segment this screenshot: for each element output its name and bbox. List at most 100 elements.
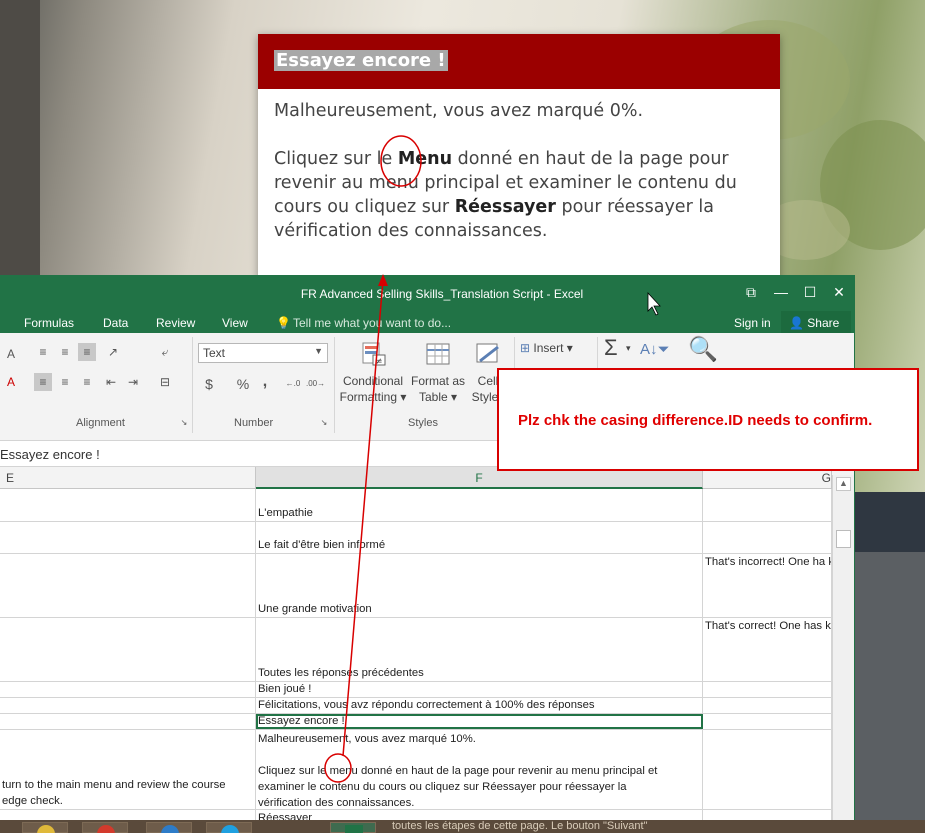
- dialog-retry-word: Réessayer: [454, 197, 556, 217]
- folder-icon: [37, 825, 55, 833]
- decrease-decimal-icon[interactable]: .00→: [306, 375, 325, 393]
- column-header-e[interactable]: E: [0, 467, 256, 489]
- merge-center-icon[interactable]: ⊟: [156, 373, 174, 391]
- taskbar-button[interactable]: [82, 822, 128, 833]
- cell-e[interactable]: [0, 522, 256, 553]
- cell-e[interactable]: turn to the main menu and review the cou…: [0, 730, 256, 809]
- conditional-formatting-label-2: Formatting: [339, 390, 397, 404]
- taskbar-button[interactable]: [206, 822, 252, 833]
- insert-button[interactable]: ⊞ Insert ▾: [520, 341, 573, 355]
- font-size-icon[interactable]: A: [2, 345, 20, 363]
- cell-f[interactable]: Une grande motivation: [256, 554, 703, 617]
- cell-g[interactable]: That's incorrect! One ha knowledgeable a…: [703, 554, 832, 617]
- conditional-formatting-button[interactable]: ≠ Conditional Formatting ▾: [338, 341, 408, 405]
- styles-group-label: Styles: [408, 417, 438, 429]
- cell-f[interactable]: Malheureusement, vous avez marqué 10%. C…: [256, 730, 703, 809]
- cell-e[interactable]: [0, 489, 256, 521]
- cell-g[interactable]: [703, 489, 832, 521]
- cell-f-selected[interactable]: Essayez encore !: [256, 714, 703, 729]
- dialog-text-pre: Cliquez sur le: [274, 149, 398, 169]
- number-format-select[interactable]: Text ▼: [198, 343, 328, 363]
- cell-g[interactable]: [703, 682, 832, 697]
- wrap-text-icon[interactable]: ⤶: [156, 343, 174, 361]
- browser-icon: [161, 825, 179, 833]
- cell-e[interactable]: [0, 554, 256, 617]
- dialog-header: Essayez encore !: [258, 34, 780, 89]
- increase-decimal-icon[interactable]: ←.0: [284, 375, 302, 393]
- excel-icon: [345, 825, 363, 833]
- chevron-down-icon[interactable]: ▾: [626, 343, 631, 354]
- number-format-value: Text: [203, 346, 226, 360]
- align-left-icon[interactable]: ≡: [34, 373, 52, 391]
- skype-icon: [221, 825, 239, 833]
- align-right-icon[interactable]: ≡: [78, 373, 96, 391]
- cell-g[interactable]: [703, 714, 832, 729]
- align-bottom-icon[interactable]: ≡: [78, 343, 96, 361]
- cell-f[interactable]: Toutes les réponses précédentes: [256, 618, 703, 681]
- comma-style-button[interactable]: ,: [256, 373, 274, 391]
- tab-view[interactable]: View: [222, 316, 248, 330]
- table-row: Toutes les réponses précédentes That's c…: [0, 618, 832, 682]
- cell-g[interactable]: [703, 522, 832, 553]
- tell-me-search[interactable]: Tell me what you want to do...: [293, 316, 451, 330]
- cell-g[interactable]: That's correct! One has knowledgeable an…: [703, 618, 832, 681]
- tab-data[interactable]: Data: [103, 316, 128, 330]
- cell-e[interactable]: [0, 698, 256, 713]
- cell-e[interactable]: [0, 714, 256, 729]
- font-color-icon[interactable]: A: [2, 373, 20, 391]
- increase-indent-icon[interactable]: ⇥: [124, 373, 142, 391]
- close-button[interactable]: ✕: [824, 281, 854, 303]
- dialog-launcher-icon[interactable]: ↘: [178, 417, 190, 429]
- dialog-body: Malheureusement, vous avez marqué 0%. Cl…: [258, 89, 780, 253]
- scroll-up-icon[interactable]: ▲: [836, 477, 851, 491]
- format-as-table-label-1: Format as: [410, 374, 465, 388]
- taskbar-button[interactable]: [146, 822, 192, 833]
- ribbon-separator: [192, 337, 193, 433]
- dialog-launcher-icon[interactable]: ↘: [318, 417, 330, 429]
- taskbar-button-excel[interactable]: [330, 822, 376, 833]
- cell-f[interactable]: Le fait d'être bien informé: [256, 522, 703, 553]
- sign-in-link[interactable]: Sign in: [734, 316, 771, 330]
- cell-g[interactable]: [703, 698, 832, 713]
- find-select-icon[interactable]: 🔍: [688, 335, 718, 364]
- taskbar: toutes les étapes de cette page. Le bout…: [0, 820, 925, 833]
- align-center-icon[interactable]: ≡: [56, 373, 74, 391]
- table-row-active: Essayez encore !: [0, 714, 832, 730]
- cell-f[interactable]: L'empathie: [256, 489, 703, 521]
- tab-review[interactable]: Review: [156, 316, 195, 330]
- cell-g[interactable]: [703, 730, 832, 809]
- scroll-thumb[interactable]: [836, 530, 851, 548]
- vertical-scrollbar[interactable]: ▲: [832, 475, 854, 833]
- autosum-icon[interactable]: Σ: [604, 335, 618, 361]
- decrease-indent-icon[interactable]: ⇤: [102, 373, 120, 391]
- lightbulb-icon: 💡: [276, 316, 291, 330]
- cell-e[interactable]: [0, 682, 256, 697]
- align-top-icon[interactable]: ≡: [34, 343, 52, 361]
- share-button[interactable]: 👤 Share: [781, 311, 851, 333]
- align-middle-icon[interactable]: ≡: [56, 343, 74, 361]
- format-as-table-label-2: Table: [418, 390, 448, 404]
- app-icon: [97, 825, 115, 833]
- ribbon-separator: [334, 337, 335, 433]
- minimize-button[interactable]: —: [766, 281, 796, 303]
- cell-f[interactable]: Félicitations, vous avz répondu correcte…: [256, 698, 703, 713]
- sort-filter-icon[interactable]: A↓⏷: [640, 341, 670, 358]
- ribbon-display-options-icon[interactable]: ⧉: [736, 281, 766, 303]
- window-title: FR Advanced Selling Skills_Translation S…: [300, 287, 584, 301]
- taskbar-button[interactable]: [22, 822, 68, 833]
- cell-e[interactable]: [0, 618, 256, 681]
- maximize-button[interactable]: ☐: [795, 281, 825, 303]
- format-as-table-button[interactable]: Format as Table ▾: [408, 341, 468, 405]
- currency-button[interactable]: $: [200, 375, 218, 393]
- dialog-menu-word: Menu: [397, 149, 453, 169]
- cell-f[interactable]: Bien joué !: [256, 682, 703, 697]
- table-row: Une grande motivation That's incorrect! …: [0, 554, 832, 618]
- quiz-result-dialog: Essayez encore ! Malheureusement, vous a…: [258, 34, 780, 279]
- ribbon-tabs: Formulas Data Review View 💡 Tell me what…: [0, 311, 854, 333]
- orientation-icon[interactable]: ↗: [104, 343, 122, 361]
- svg-text:≠: ≠: [375, 357, 383, 367]
- review-annotation-box: Plz chk the casing difference.ID needs t…: [497, 368, 919, 471]
- percent-button[interactable]: %: [234, 375, 252, 393]
- conditional-formatting-icon: ≠: [362, 342, 386, 367]
- tab-formulas[interactable]: Formulas: [24, 316, 74, 330]
